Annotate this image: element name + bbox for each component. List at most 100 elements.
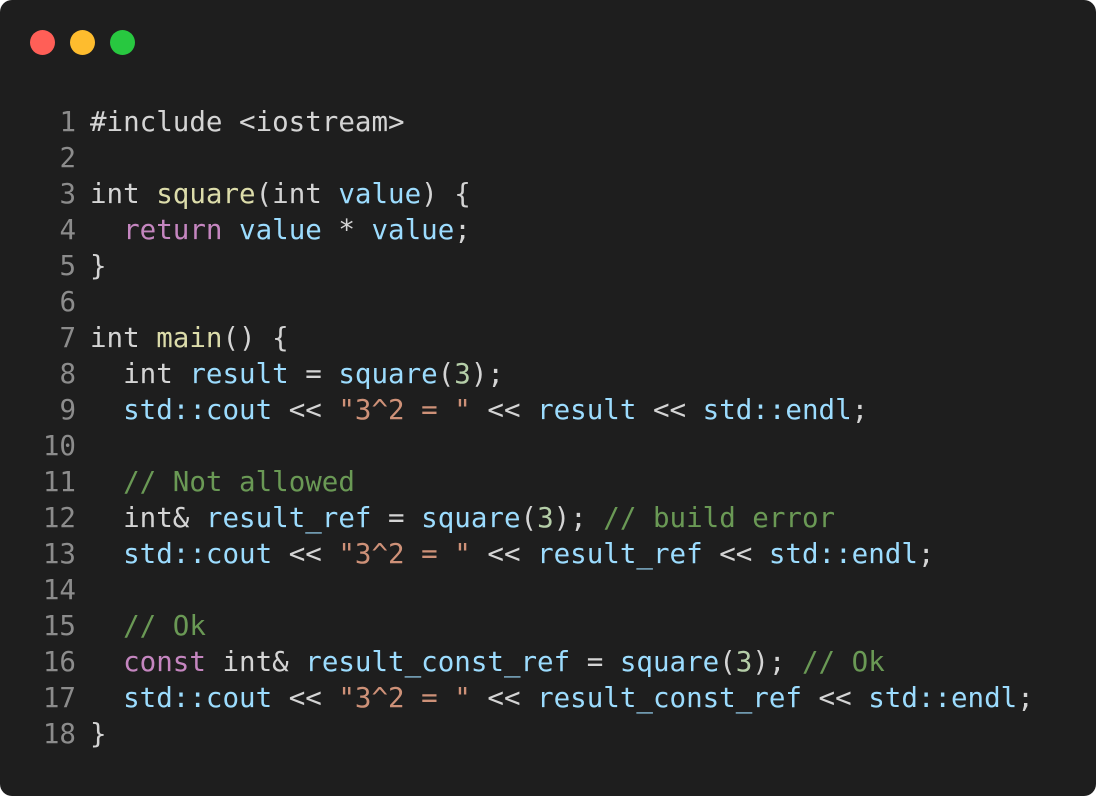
gutter-gap bbox=[76, 392, 90, 428]
code-token: std::cout bbox=[123, 538, 273, 570]
line-number: 13 bbox=[42, 538, 76, 570]
code-line: 16 const int& result_const_ref = square(… bbox=[0, 644, 1034, 680]
code-token: // build error bbox=[603, 502, 836, 534]
code-block: 1 #include <iostream> 2 3 int square(int val… bbox=[0, 104, 1034, 752]
code-token: "3^2 = " bbox=[338, 538, 471, 570]
code-window: 1 #include <iostream> 2 3 int square(int val… bbox=[0, 0, 1096, 796]
code-token: } bbox=[90, 250, 107, 282]
code-token: "3^2 = " bbox=[338, 682, 471, 714]
gutter-gap bbox=[76, 320, 90, 356]
code-line: 18} bbox=[0, 716, 1034, 752]
code-token: main bbox=[156, 322, 223, 354]
code-token: = bbox=[288, 358, 339, 390]
line-text: const int& result_const_ref = square(3);… bbox=[90, 644, 885, 680]
line-number: 2 bbox=[59, 142, 76, 174]
gutter-gap bbox=[76, 536, 90, 572]
code-line: 9 std::cout << "3^2 = " << result << std… bbox=[0, 392, 1034, 428]
code-token: ( bbox=[520, 502, 538, 534]
code-token: ; bbox=[917, 538, 935, 570]
gutter-gap bbox=[76, 464, 90, 500]
code-token: ); bbox=[553, 502, 604, 534]
code-line: 1 #include <iostream> bbox=[0, 104, 1034, 140]
code-token: result_const_ref bbox=[537, 682, 802, 714]
code-token: // Ok bbox=[123, 610, 206, 642]
code-token: << bbox=[636, 394, 703, 426]
line-text: return value * value; bbox=[90, 212, 471, 248]
code-line: 5} bbox=[0, 248, 1034, 284]
code-token: ) { bbox=[421, 178, 471, 210]
code-token: (int bbox=[255, 178, 339, 210]
code-token: std::endl bbox=[868, 682, 1018, 714]
code-line: 15 // Ok bbox=[0, 608, 1034, 644]
code-token: = bbox=[570, 646, 620, 678]
code-token: int bbox=[90, 358, 190, 390]
gutter-gap bbox=[76, 608, 90, 644]
code-line: 3 int square(int value) { bbox=[0, 176, 1034, 212]
gutter-gap bbox=[76, 248, 90, 284]
code-token: "3^2 = " bbox=[338, 394, 471, 426]
code-token: ; bbox=[1017, 682, 1034, 714]
code-token: value bbox=[239, 214, 322, 246]
gutter-gap bbox=[76, 572, 90, 608]
code-token: ); bbox=[470, 358, 504, 390]
line-text: // Not allowed bbox=[90, 464, 355, 500]
line-number: 11 bbox=[42, 466, 76, 498]
code-token: << bbox=[470, 538, 538, 570]
gutter-gap bbox=[76, 356, 90, 392]
line-text: std::cout << "3^2 = " << result_const_re… bbox=[90, 680, 1034, 716]
code-line: 12 int& result_ref = square(3); // build… bbox=[0, 500, 1034, 536]
code-line: 7 int main() { bbox=[0, 320, 1034, 356]
code-token: value bbox=[371, 214, 455, 246]
code-token: 3 bbox=[537, 502, 554, 534]
line-text: int main() { bbox=[90, 320, 289, 356]
code-line: 6 bbox=[0, 284, 1034, 320]
line-number: 3 bbox=[59, 178, 76, 210]
line-text: #include <iostream> bbox=[90, 104, 405, 140]
line-number: 17 bbox=[42, 682, 76, 714]
minimize-button[interactable] bbox=[70, 30, 95, 55]
code-token: int bbox=[90, 322, 157, 354]
code-token: << bbox=[702, 538, 769, 570]
gutter-gap bbox=[76, 212, 90, 248]
code-line: 10 bbox=[0, 428, 1034, 464]
code-token: 3 bbox=[454, 358, 471, 390]
code-token: std::endl bbox=[702, 394, 852, 426]
code-line: 14 bbox=[0, 572, 1034, 608]
code-token: result_ref bbox=[537, 538, 703, 570]
gutter-gap bbox=[76, 680, 90, 716]
code-token: int bbox=[90, 178, 157, 210]
code-token: result bbox=[537, 394, 637, 426]
code-token: << bbox=[470, 682, 538, 714]
line-number: 15 bbox=[42, 610, 76, 642]
gutter-gap bbox=[76, 176, 90, 212]
code-line: 17 std::cout << "3^2 = " << result_const… bbox=[0, 680, 1034, 716]
code-token: << bbox=[272, 538, 339, 570]
line-number: 10 bbox=[42, 430, 76, 462]
code-token: int& bbox=[90, 502, 206, 534]
code-token: << bbox=[272, 394, 339, 426]
code-token: 3 bbox=[735, 646, 753, 678]
gutter-gap bbox=[76, 428, 90, 464]
code-token: square bbox=[421, 502, 521, 534]
line-number: 8 bbox=[59, 358, 76, 390]
code-line: 4 return value * value; bbox=[0, 212, 1034, 248]
code-token: ( bbox=[437, 358, 455, 390]
code-line: 11 // Not allowed bbox=[0, 464, 1034, 500]
line-number: 6 bbox=[59, 286, 76, 318]
gutter-gap bbox=[76, 644, 90, 680]
line-number: 4 bbox=[59, 214, 76, 246]
gutter-gap bbox=[76, 104, 90, 140]
close-button[interactable] bbox=[30, 30, 55, 55]
zoom-button[interactable] bbox=[110, 30, 135, 55]
code-token: square bbox=[338, 358, 438, 390]
code-token: = bbox=[371, 502, 422, 534]
line-number: 5 bbox=[59, 250, 76, 282]
code-line: 8 int result = square(3); bbox=[0, 356, 1034, 392]
